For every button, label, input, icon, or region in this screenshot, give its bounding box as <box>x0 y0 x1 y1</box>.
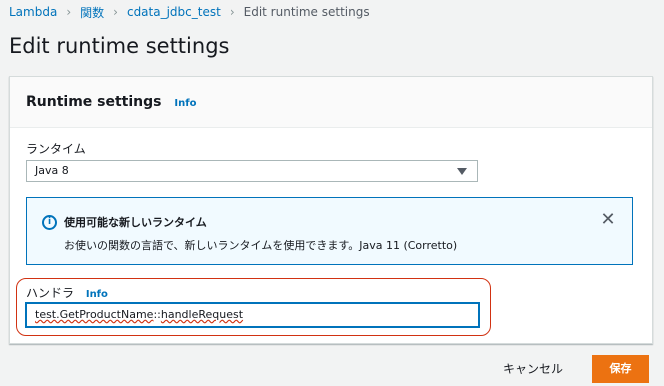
new-runtime-alert: i 使用可能な新しいランタイム お使いの関数の言語で、新しいランタイムを使用でき… <box>26 197 633 265</box>
breadcrumb-function-name[interactable]: cdata_jdbc_test <box>127 5 221 19</box>
breadcrumb: Lambda › 関数 › cdata_jdbc_test › Edit run… <box>9 4 370 20</box>
runtime-select[interactable]: Java 8 <box>26 160 478 182</box>
panel-title-text: Runtime settings <box>26 94 162 110</box>
page-title: Edit runtime settings <box>9 34 230 58</box>
alert-body: お使いの関数の言語で、新しいランタイムを使用できます。Java 11 (Corr… <box>64 239 458 252</box>
alert-title: 使用可能な新しいランタイム <box>64 216 207 229</box>
panel-title: Runtime settings Info <box>26 94 196 110</box>
breadcrumb-lambda[interactable]: Lambda <box>9 5 57 19</box>
chevron-right-icon: › <box>229 5 235 19</box>
caret-down-icon <box>457 168 467 175</box>
annotation-highlight-ring <box>16 278 491 336</box>
runtime-select-value: Java 8 <box>35 164 69 177</box>
info-icon: i <box>42 215 57 230</box>
runtime-info-link[interactable]: Info <box>174 98 196 109</box>
chevron-right-icon: › <box>66 5 72 19</box>
save-button[interactable]: 保存 <box>592 355 649 383</box>
panel-header: Runtime settings Info <box>10 77 652 128</box>
close-icon[interactable]: ✕ <box>600 211 616 229</box>
chevron-right-icon: › <box>113 5 118 19</box>
runtime-label: ランタイム <box>26 142 86 156</box>
breadcrumb-functions[interactable]: 関数 <box>80 4 104 21</box>
breadcrumb-current: Edit runtime settings <box>243 5 370 19</box>
cancel-button[interactable]: キャンセル <box>503 359 563 379</box>
